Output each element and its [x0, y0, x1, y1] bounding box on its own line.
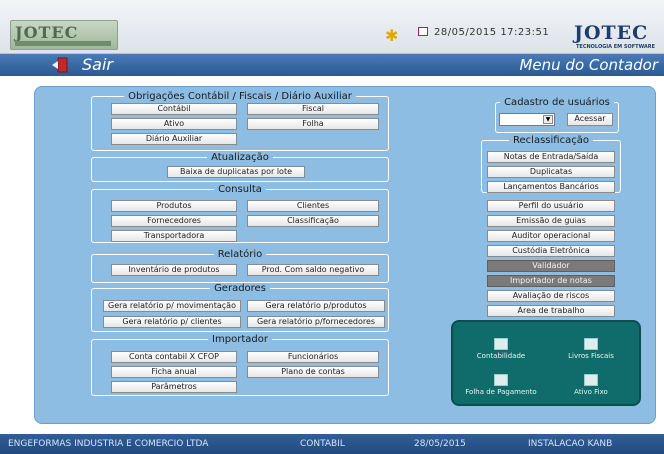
group-legend: Geradores [214, 283, 266, 294]
button-inventario-produtos[interactable]: Inventário de produtos [111, 264, 237, 276]
logo-jotec-left: JOTEC [10, 20, 118, 50]
button-diario-auxiliar[interactable]: Diário Auxiliar [111, 133, 237, 145]
button-fornecedores[interactable]: Fornecedores [111, 215, 237, 227]
logo-stripe [15, 41, 111, 46]
main-panel: Obrigações Contábil / Fiscais / Diário A… [34, 86, 656, 424]
logo-text: JOTEC [574, 22, 649, 44]
button-avaliacao-riscos[interactable]: Avaliação de riscos [487, 290, 615, 302]
exit-door-icon[interactable] [52, 57, 68, 73]
button-fiscal[interactable]: Fiscal [247, 103, 379, 115]
sun-icon: ✱ [385, 26, 399, 45]
quick-label: Contabilidade [476, 352, 526, 360]
page-title: Menu do Contador [519, 56, 658, 74]
button-ativo[interactable]: Ativo [111, 118, 237, 130]
quick-folha-pagamento[interactable]: Folha de Pagamento [457, 374, 545, 396]
button-perfil-usuario[interactable]: Perfil do usuário [487, 200, 615, 212]
button-clientes[interactable]: Clientes [247, 200, 379, 212]
quick-livros-fiscais[interactable]: Livros Fiscais [547, 338, 635, 360]
date-time-text: 28/05/2015 17:23:51 [434, 27, 550, 38]
date-time-display: 28/05/2015 17:23:51 [418, 27, 549, 38]
books-icon [584, 338, 598, 350]
user-select[interactable]: ▼ [499, 113, 555, 126]
button-area-trabalho[interactable]: Área de trabalho [487, 305, 615, 317]
ledger-icon [494, 338, 508, 350]
button-emissao-guias[interactable]: Emissão de guias [487, 215, 615, 227]
button-baixa-duplicatas[interactable]: Baixa de duplicatas por lote [167, 166, 305, 178]
button-folha[interactable]: Folha [247, 118, 379, 130]
top-header: JOTEC ✱ 28/05/2015 17:23:51 JOTEC TECNOL… [0, 0, 664, 54]
button-relatorio-movimentacao[interactable]: Gera relatório p/ movimentação [103, 300, 241, 312]
group-legend: Reclassificação [513, 135, 589, 146]
button-validador: Validador [487, 260, 615, 272]
footer-module: CONTABIL [300, 439, 345, 449]
footer-date: 28/05/2015 [414, 439, 466, 449]
group-legend: Importador [212, 334, 268, 345]
button-duplicatas[interactable]: Duplicatas [487, 166, 615, 178]
main-area: Obrigações Contábil / Fiscais / Diário A… [0, 76, 664, 434]
quick-contabilidade[interactable]: Contabilidade [457, 338, 545, 360]
group-legend: Consulta [218, 184, 262, 195]
button-contabil[interactable]: Contábil [111, 103, 237, 115]
quick-label: Ativo Fixo [574, 388, 608, 396]
footer-company: ENGEFORMAS INDUSTRIA E COMERCIO LTDA [8, 439, 209, 449]
button-plano-contas[interactable]: Plano de contas [247, 366, 379, 378]
button-produtos[interactable]: Produtos [111, 200, 237, 212]
button-conta-cfop[interactable]: Conta contabil X CFOP [111, 351, 237, 363]
asset-icon [584, 374, 598, 386]
access-button[interactable]: Acessar [567, 113, 613, 126]
logo-subtitle: TECNOLOGIA EM SOFTWARE [576, 44, 655, 50]
button-relatorio-fornecedores[interactable]: Gera relatório p/fornecedores [247, 316, 385, 328]
group-legend: Obrigações Contábil / Fiscais / Diário A… [128, 91, 352, 102]
logo-jotec-right: JOTEC TECNOLOGIA EM SOFTWARE [572, 22, 664, 50]
button-parametros[interactable]: Parâmetros [111, 381, 237, 393]
button-custodia-eletronica[interactable]: Custódia Eletrônica [487, 245, 615, 257]
quick-access-panel: Contabilidade Livros Fiscais Folha de Pa… [451, 320, 641, 406]
calendar-icon [418, 27, 428, 36]
button-funcionarios[interactable]: Funcionários [247, 351, 379, 363]
footer-installation: INSTALACAO KANB [528, 439, 613, 449]
chevron-down-icon[interactable]: ▼ [543, 115, 553, 124]
title-bar: Sair Menu do Contador [0, 54, 664, 76]
quick-ativo-fixo[interactable]: Ativo Fixo [547, 374, 635, 396]
button-transportadora[interactable]: Transportadora [111, 230, 237, 242]
button-saldo-negativo[interactable]: Prod. Com saldo negativo [247, 264, 379, 276]
button-ficha-anual[interactable]: Ficha anual [111, 366, 237, 378]
button-auditor-operacional[interactable]: Auditor operacional [487, 230, 615, 242]
payroll-icon [494, 374, 508, 386]
exit-button[interactable]: Sair [82, 55, 113, 74]
button-classificacao[interactable]: Classificação [247, 215, 379, 227]
quick-label: Livros Fiscais [568, 352, 614, 360]
button-importador-notas: Importador de notas [487, 275, 615, 287]
group-legend: Atualização [211, 152, 269, 163]
button-relatorio-clientes[interactable]: Gera relatório p/ clientes [103, 316, 241, 328]
button-relatorio-produtos[interactable]: Gera relatório p/produtos [247, 300, 385, 312]
button-notas-entrada-saida[interactable]: Notas de Entrada/Saída [487, 151, 615, 163]
logo-text: JOTEC [15, 23, 79, 42]
quick-label: Folha de Pagamento [465, 388, 537, 396]
group-legend: Relatório [217, 249, 263, 260]
status-bar: ENGEFORMAS INDUSTRIA E COMERCIO LTDA CON… [0, 434, 664, 454]
button-lancamentos-bancarios[interactable]: Lançamentos Bancários [487, 181, 615, 193]
group-legend: Cadastro de usuários [504, 97, 610, 108]
